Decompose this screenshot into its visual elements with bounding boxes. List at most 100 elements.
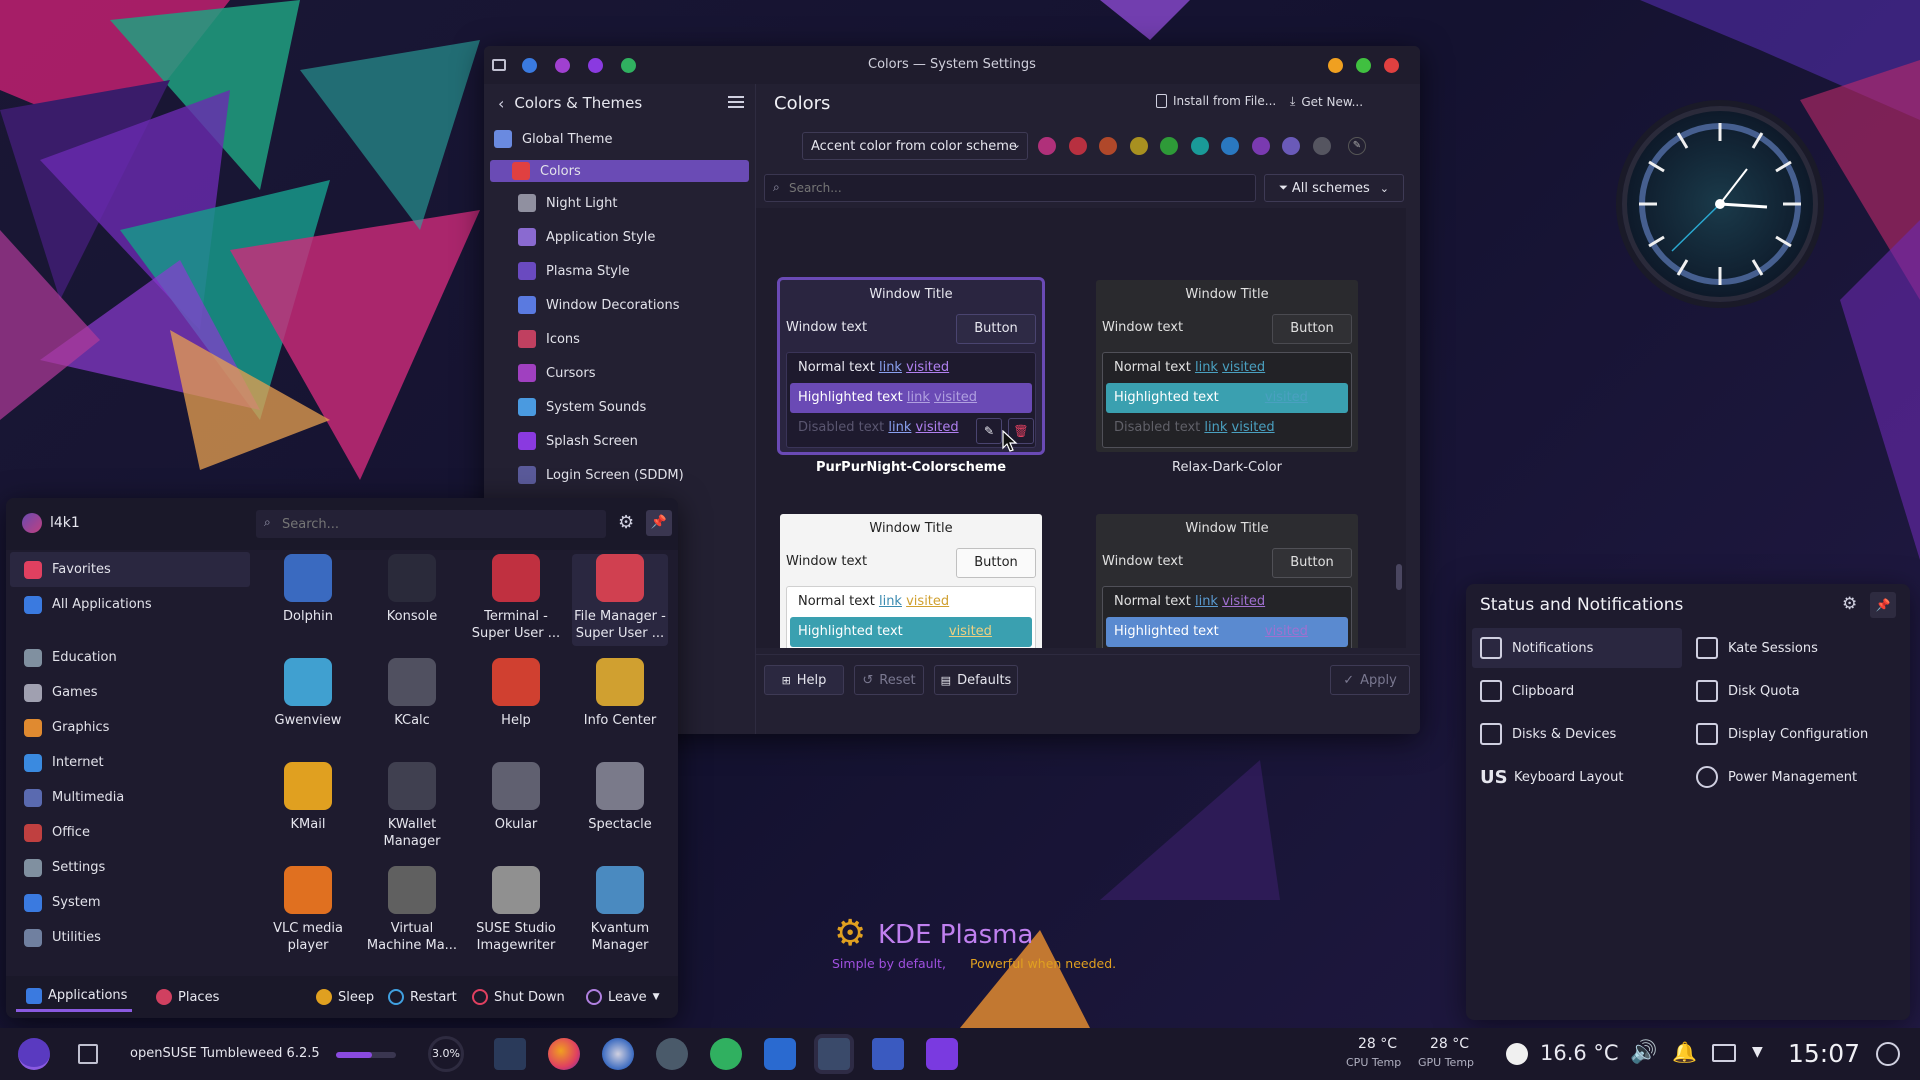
volume-icon[interactable]: 🔊 <box>1630 1040 1657 1065</box>
dolphin-taskbar-icon[interactable] <box>872 1038 904 1070</box>
status-item-kate-sessions[interactable]: Kate Sessions <box>1688 628 1818 668</box>
sidebar-item-colors[interactable]: Colors <box>490 160 749 182</box>
analog-clock-widget[interactable] <box>1622 106 1818 302</box>
category-games[interactable]: Games <box>10 675 250 710</box>
firefox-icon[interactable] <box>548 1038 580 1070</box>
yast-icon[interactable] <box>710 1038 742 1070</box>
category-office[interactable]: Office <box>10 815 250 850</box>
status-item-notifications[interactable]: Notifications <box>1472 628 1682 668</box>
sidebar-item-night-light[interactable]: Night Light <box>484 186 755 220</box>
accent-swatch[interactable] <box>1068 137 1087 155</box>
close-button[interactable] <box>1384 58 1399 73</box>
sidebar-item-icons[interactable]: Icons <box>484 322 755 356</box>
search-field[interactable]: ⌕ <box>764 174 1256 202</box>
shutdown-button[interactable]: Shut Down <box>472 982 565 1012</box>
category-utilities[interactable]: Utilities <box>10 920 250 955</box>
category-internet[interactable]: Internet <box>10 745 250 780</box>
app-terminal-super-user[interactable]: Terminal - Super User ... <box>468 554 564 642</box>
clock-time[interactable]: 15:07 <box>1788 1039 1860 1068</box>
sidebar-back-label[interactable]: Colors & Themes <box>514 94 642 112</box>
app-file-manager-super-user[interactable]: File Manager - Super User ... <box>572 554 668 646</box>
search-input[interactable] <box>789 178 1229 198</box>
system-monitor-icon[interactable] <box>494 1038 526 1070</box>
network-icon[interactable] <box>656 1038 688 1070</box>
display-icon[interactable] <box>1712 1044 1736 1062</box>
accent-swatch[interactable] <box>1190 137 1209 155</box>
scheme-preview-relax-dark-color[interactable]: Window Title Window text Button Normal text… <box>1096 280 1358 452</box>
restart-button[interactable]: Restart <box>388 982 457 1012</box>
launcher-search-field[interactable]: ⌕ <box>256 510 606 538</box>
accent-swatch[interactable] <box>1251 137 1270 155</box>
sidebar-item-cursors[interactable]: Cursors <box>484 356 755 390</box>
sidebar-item-plasma-style[interactable]: Plasma Style <box>484 254 755 288</box>
tab-places[interactable]: Places <box>156 982 219 1012</box>
app-kwallet-manager[interactable]: KWallet Manager <box>364 762 460 850</box>
app-suse-studio-imagewriter[interactable]: SUSE Studio Imagewriter <box>468 866 564 954</box>
scrollbar[interactable] <box>1396 208 1402 648</box>
category-system[interactable]: System <box>10 885 250 920</box>
scheme-filter-select[interactable]: ⏷ All schemes ⌄ <box>1264 174 1404 202</box>
overview-icon[interactable] <box>78 1044 98 1064</box>
task-title[interactable]: openSUSE Tumbleweed 6.2.5 <box>130 1046 320 1061</box>
tab-applications[interactable]: Applications <box>16 982 132 1012</box>
status-item-display-configuration[interactable]: Display Configuration <box>1688 714 1868 754</box>
reset-button[interactable]: ↺ Reset <box>854 665 924 695</box>
app-dolphin[interactable]: Dolphin <box>260 554 356 625</box>
notifications-bell-icon[interactable]: 🔔 <box>1672 1040 1697 1064</box>
category-all-applications[interactable]: All Applications <box>10 587 250 622</box>
scheme-preview-silvery-blue-dark-color[interactable]: Window Title Window text Button Normal text… <box>1096 514 1358 648</box>
accent-swatch[interactable] <box>1312 137 1331 155</box>
show-desktop-icon[interactable] <box>1876 1042 1900 1066</box>
app-help[interactable]: Help <box>468 658 564 729</box>
status-item-disks-devices[interactable]: Disks & Devices <box>1472 714 1616 754</box>
accent-swatch[interactable] <box>1160 137 1178 155</box>
discover-icon[interactable] <box>764 1038 796 1070</box>
accent-swatch[interactable] <box>1282 137 1300 155</box>
app-kcalc[interactable]: KCalc <box>364 658 460 729</box>
scheme-preview-relax-light-color[interactable]: Window Title Window text Button Normal text… <box>780 514 1042 648</box>
system-settings-taskbar-icon[interactable] <box>818 1038 850 1070</box>
defaults-button[interactable]: ▤ Defaults <box>934 665 1018 695</box>
app-gwenview[interactable]: Gwenview <box>260 658 356 729</box>
tray-expand-icon[interactable]: ▼ <box>1752 1044 1763 1060</box>
status-item-keyboard-layout[interactable]: US Keyboard Layout <box>1472 757 1623 797</box>
pin-icon[interactable]: 📌 <box>1870 592 1896 618</box>
category-multimedia[interactable]: Multimedia <box>10 780 250 815</box>
pin-icon[interactable]: 📌 <box>646 510 672 536</box>
sidebar-item-login-screen-sddm[interactable]: Login Screen (SDDM) <box>484 458 755 492</box>
accent-swatch[interactable] <box>1129 137 1148 155</box>
app-spectacle[interactable]: Spectacle <box>572 762 668 833</box>
settings-gear-icon[interactable]: ⚙ <box>618 512 634 533</box>
sleep-button[interactable]: Sleep <box>316 982 374 1012</box>
sidebar-item-global-theme[interactable]: Global Theme <box>484 122 755 156</box>
accent-swatch[interactable] <box>1099 137 1117 155</box>
app-vlc-media-player[interactable]: VLC media player <box>260 866 356 954</box>
thunderbird-icon[interactable] <box>602 1038 634 1070</box>
cpu-load-gauge[interactable]: 3.0% <box>428 1036 464 1072</box>
apply-button[interactable]: ✓ Apply <box>1330 665 1410 695</box>
category-graphics[interactable]: Graphics <box>10 710 250 745</box>
sidebar-item-window-decorations[interactable]: Window Decorations <box>484 288 755 322</box>
edit-scheme-button[interactable]: ✎ <box>976 418 1002 444</box>
window-titlebar[interactable]: Colors — System Settings <box>484 46 1420 84</box>
status-item-power-management[interactable]: Power Management <box>1688 757 1857 797</box>
sidebar-item-splash-screen[interactable]: Splash Screen <box>484 424 755 458</box>
category-favorites[interactable]: Favorites <box>10 552 250 587</box>
sidebar-item-application-style[interactable]: Application Style <box>484 220 755 254</box>
app-konsole[interactable]: Konsole <box>364 554 460 625</box>
accent-swatch[interactable] <box>1038 137 1056 155</box>
sidebar-item-system-sounds[interactable]: System Sounds <box>484 390 755 424</box>
install-from-file-button[interactable]: Install from File... <box>1156 94 1276 108</box>
status-item-clipboard[interactable]: Clipboard <box>1472 671 1574 711</box>
back-arrow-icon[interactable]: ‹ <box>498 94 504 113</box>
accent-swatch[interactable] <box>1221 137 1239 155</box>
get-new-button[interactable]: ⤓ Get New... <box>1290 94 1363 109</box>
app-okular[interactable]: Okular <box>468 762 564 833</box>
category-education[interactable]: Education <box>10 640 250 675</box>
help-button[interactable]: ⊞ Help <box>764 665 844 695</box>
leave-button[interactable]: Leave ▼ <box>586 982 660 1012</box>
kvantum-taskbar-icon[interactable] <box>926 1038 958 1070</box>
app-launcher-button[interactable] <box>18 1038 50 1070</box>
hamburger-menu-icon[interactable] <box>728 96 744 108</box>
minimize-button[interactable] <box>1328 58 1343 73</box>
